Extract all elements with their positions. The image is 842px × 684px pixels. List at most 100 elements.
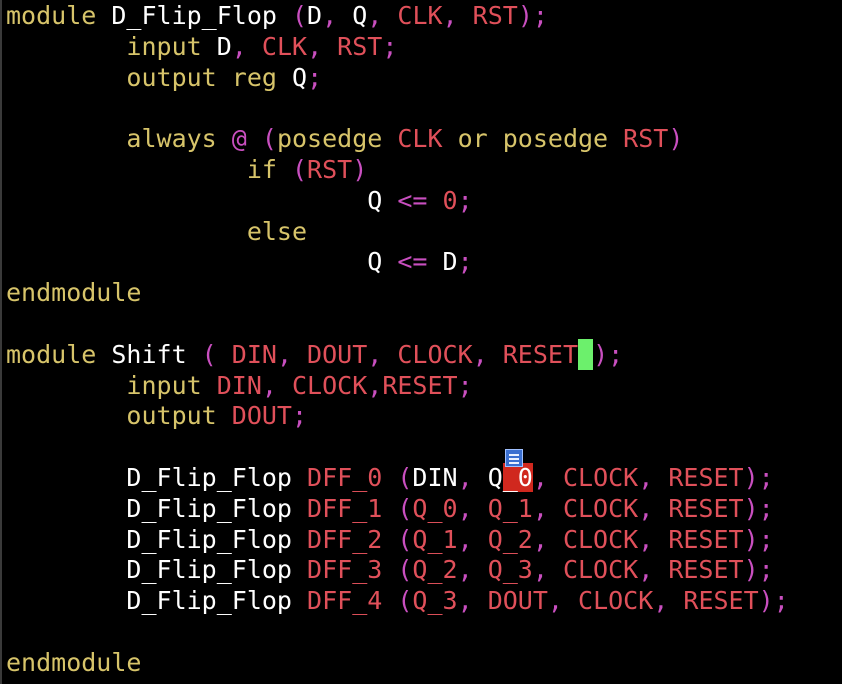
code-token: ); (517, 1, 548, 30)
code-token: DFF_2 (307, 524, 398, 554)
code-token: Q (367, 185, 398, 215)
code-token: ; (457, 370, 473, 400)
code-token: Q_3 (487, 555, 533, 585)
code-token: Shift (111, 339, 202, 369)
code-token: ( (397, 586, 413, 616)
code-token: ( (397, 493, 413, 523)
code-token: , (307, 31, 338, 61)
code-token: , (276, 339, 308, 369)
code-token: ; (457, 185, 473, 215)
code-token: RESET (683, 586, 759, 616)
code-token: Q_2 (487, 524, 533, 554)
text-cursor (578, 338, 594, 370)
code-line[interactable]: module D_Flip_Flop (D, Q, CLK, RST); (6, 0, 548, 31)
code-line[interactable]: input D, CLK, RST; (6, 31, 397, 62)
code-line[interactable]: Q <= 0; (6, 185, 473, 216)
code-token: , (457, 586, 488, 616)
code-token: ( (291, 155, 308, 184)
code-token: ( (397, 463, 413, 492)
code-token: Q_2 (412, 555, 458, 585)
code-line[interactable]: endmodule (6, 647, 141, 678)
code-token: endmodule (6, 278, 142, 308)
code-token: posedge (276, 124, 398, 154)
code-token: CLOCK (562, 463, 639, 492)
code-token: D_Flip_Flop (126, 555, 308, 585)
code-token: 0 (442, 185, 458, 215)
code-line[interactable]: endmodule (6, 277, 141, 308)
code-token: module (6, 1, 112, 30)
code-token: <= (397, 185, 443, 215)
code-token: DFF_4 (307, 586, 398, 616)
code-line[interactable]: if (RST) (6, 154, 367, 185)
code-token: , (367, 339, 398, 369)
code-token: module (6, 339, 112, 369)
code-token: @ (231, 124, 262, 154)
code-token: , (457, 555, 488, 585)
code-token: , (532, 524, 563, 554)
code-token: CLOCK (578, 586, 654, 616)
code-token: DOUT (231, 401, 292, 431)
code-token: ) (668, 124, 684, 154)
code-token: posedge (502, 124, 624, 154)
code-token: , (638, 524, 669, 554)
code-token: CLK (261, 31, 308, 61)
code-token: output (126, 62, 232, 92)
code-editor[interactable]: module D_Flip_Flop (D, Q, CLK, RST); inp… (0, 0, 842, 684)
code-token: RESET (382, 370, 458, 400)
code-token: CLOCK (562, 524, 639, 554)
code-line[interactable]: output reg Q; (6, 62, 322, 93)
code-token: , (638, 463, 669, 492)
code-token: ); (743, 463, 774, 492)
code-line[interactable]: D_Flip_Flop DFF_0 (DIN, Q_0, CLOCK, RESE… (6, 462, 774, 493)
code-token: DOUT (487, 586, 548, 616)
error-highlight: _0 (502, 463, 533, 492)
code-token: ); (593, 339, 624, 369)
code-token: D_Flip_Flop (111, 1, 292, 30)
code-token: , (472, 339, 503, 369)
code-line[interactable]: D_Flip_Flop DFF_4 (Q_3, DOUT, CLOCK, RES… (6, 585, 788, 616)
code-line[interactable]: module Shift ( DIN, DOUT, CLOCK, RESET )… (6, 338, 624, 370)
code-token: , (457, 524, 488, 554)
code-line[interactable]: D_Flip_Flop DFF_2 (Q_1, Q_2, CLOCK, RESE… (6, 524, 774, 555)
code-line[interactable]: output DOUT; (6, 400, 307, 431)
code-line[interactable]: input DIN, CLOCK,RESET; (6, 370, 473, 401)
code-token: DFF_1 (307, 493, 398, 523)
code-line[interactable]: D_Flip_Flop DFF_3 (Q_2, Q_3, CLOCK, RESE… (6, 554, 774, 585)
code-token: , (532, 555, 563, 585)
code-token: , (367, 1, 398, 30)
code-token: RESET (668, 493, 744, 523)
code-token: D_Flip_Flop (126, 586, 308, 616)
code-token: CLOCK (562, 555, 639, 585)
code-line[interactable]: D_Flip_Flop DFF_1 (Q_0, Q_1, CLOCK, RESE… (6, 493, 773, 524)
code-token: <= (397, 247, 443, 277)
code-token: ); (743, 555, 774, 585)
code-token: ( (397, 524, 413, 554)
code-token: RST (623, 124, 669, 154)
code-token: RESET (668, 555, 744, 585)
code-token: ; (457, 247, 473, 277)
code-line[interactable]: else (6, 216, 307, 247)
code-token: CLOCK (562, 493, 639, 523)
code-token: D_Flip_Flop (126, 463, 308, 492)
code-token: Q (292, 62, 308, 92)
code-line[interactable]: always @ (posedge CLK or posedge RST) (6, 123, 683, 154)
note-sign-icon[interactable] (505, 449, 523, 467)
code-token: , (322, 1, 353, 30)
code-token: RESET (668, 463, 744, 492)
code-token: D (442, 247, 458, 277)
code-token: Q (487, 463, 503, 492)
code-token: else (246, 216, 308, 246)
code-token: ; (382, 31, 398, 61)
code-token: ); (743, 524, 774, 554)
code-token: , (367, 370, 383, 400)
code-token: D (307, 1, 323, 30)
code-token: ( (291, 1, 308, 30)
code-line[interactable]: Q <= D; (6, 246, 473, 277)
